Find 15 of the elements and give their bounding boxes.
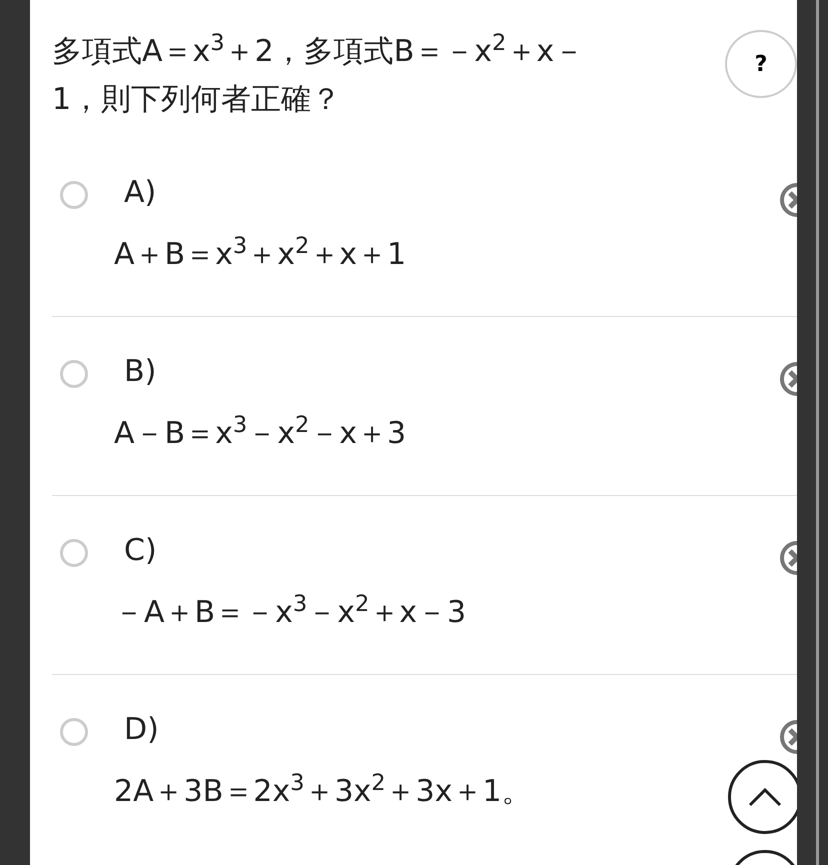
option-label: B): [124, 353, 158, 391]
help-button[interactable]: ?: [725, 30, 797, 98]
radio-button[interactable]: [60, 181, 88, 209]
option-formula: 2A＋3B＝2x$^{3}$＋3x$^{2}$＋3x＋1。: [114, 768, 532, 811]
option-label: A): [124, 174, 158, 212]
radio-button[interactable]: [60, 718, 88, 746]
caret-up-icon: [747, 786, 783, 808]
option-formula: －A＋B＝－x$^{3}$－x$^{2}$＋x－3: [114, 590, 466, 632]
radio-button[interactable]: [60, 539, 88, 567]
option-label: D): [124, 711, 160, 749]
option-formula: A＋B＝x$^{3}$＋x$^{2}$＋x＋1: [114, 232, 406, 274]
option-label: C): [124, 532, 158, 570]
question-text: 多項式A＝x$^{3}$＋2，多項式B＝－x$^{2}$＋x－1，則下列何者正確？: [52, 28, 586, 119]
radio-button[interactable]: [60, 360, 88, 388]
option-formula: A－B＝x$^{3}$－x$^{2}$－x＋3: [114, 410, 406, 453]
